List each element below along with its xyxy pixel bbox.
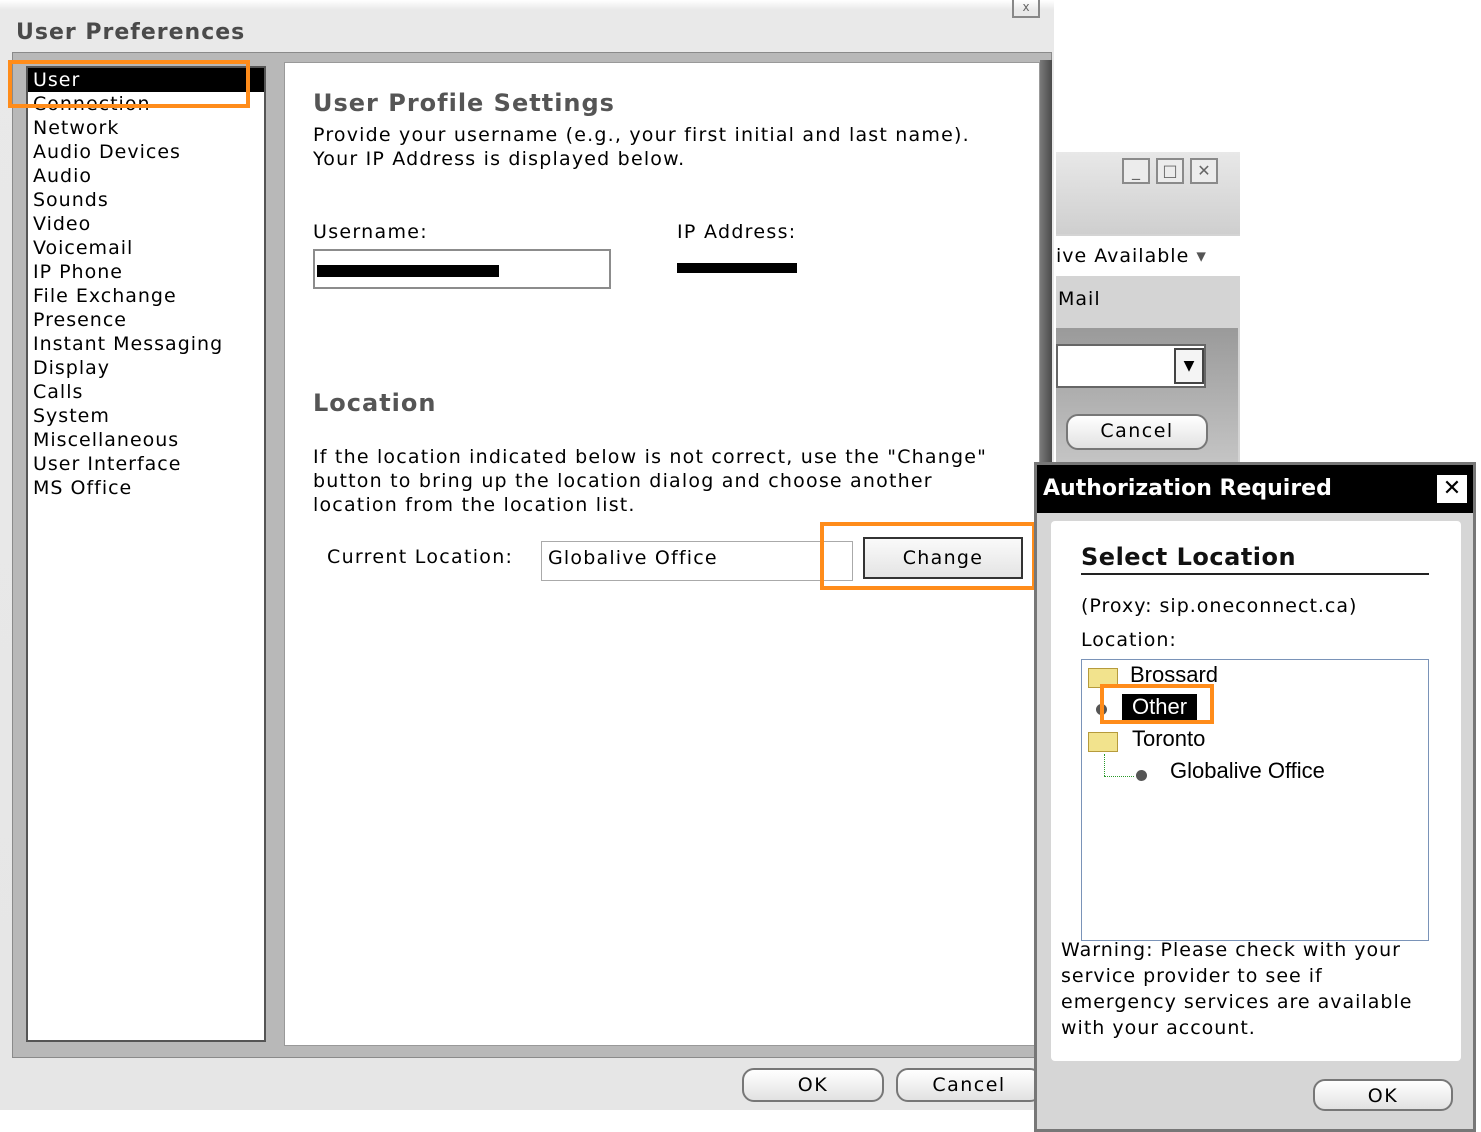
nav-item-presence[interactable]: Presence — [28, 308, 264, 332]
nav-item-audio[interactable]: Audio — [28, 164, 264, 188]
window-close-button[interactable]: x — [1012, 0, 1040, 18]
nav-item-display[interactable]: Display — [28, 356, 264, 380]
location-description: If the location indicated below is not c… — [313, 446, 988, 516]
presence-status-selector[interactable]: ive Available ▾ — [1056, 236, 1240, 276]
nav-item-audio-devices[interactable]: Audio Devices — [28, 140, 264, 164]
nav-item-instant-messaging[interactable]: Instant Messaging — [28, 332, 264, 356]
nav-item-voicemail[interactable]: Voicemail — [28, 236, 264, 260]
username-label: Username: — [313, 221, 428, 243]
nav-item-calls[interactable]: Calls — [28, 380, 264, 404]
leaf-bullet-icon — [1136, 770, 1147, 781]
user-highlight-box — [8, 60, 250, 108]
maximize-button[interactable]: □ — [1156, 158, 1184, 184]
authorization-dialog: Authorization Required ✕ Select Location… — [1034, 462, 1476, 1132]
close-button[interactable]: ✕ — [1190, 158, 1218, 184]
location-heading: Location — [313, 389, 437, 417]
nav-item-system[interactable]: System — [28, 404, 264, 428]
nav-item-file-exchange[interactable]: File Exchange — [28, 284, 264, 308]
location-label: Location: — [1081, 629, 1177, 651]
ok-button[interactable]: OK — [742, 1068, 884, 1102]
redacted-ip-address — [677, 263, 797, 273]
folder-icon — [1088, 732, 1118, 752]
username-field[interactable] — [313, 249, 611, 289]
nav-item-ms-office[interactable]: MS Office — [28, 476, 264, 500]
nav-item-miscellaneous[interactable]: Miscellaneous — [28, 428, 264, 452]
cancel-button[interactable]: Cancel — [896, 1068, 1042, 1102]
redacted-username — [317, 265, 499, 277]
ip-address-label: IP Address: — [677, 221, 797, 243]
dialog-body: Select Location (Proxy: sip.oneconnect.c… — [1051, 521, 1461, 1061]
tree-item-toronto[interactable]: Toronto — [1132, 726, 1205, 752]
nav-item-ip-phone[interactable]: IP Phone — [28, 260, 264, 284]
close-icon[interactable]: ✕ — [1437, 475, 1467, 503]
nav-item-sounds[interactable]: Sounds — [28, 188, 264, 212]
dialog-ok-button[interactable]: OK — [1313, 1079, 1453, 1111]
profile-description: Provide your username (e.g., your first … — [313, 124, 970, 170]
other-highlight-box — [1100, 684, 1214, 724]
current-location-label: Current Location: — [327, 546, 514, 568]
minimize-button[interactable]: _ — [1122, 158, 1150, 184]
nav-item-user-interface[interactable]: User Interface — [28, 452, 264, 476]
background-window: _ □ ✕ ive Available ▾ Mail ▼ Cancel — [1056, 152, 1240, 474]
proxy-text: (Proxy: sip.oneconnect.ca) — [1081, 595, 1358, 617]
nav-item-network[interactable]: Network — [28, 116, 264, 140]
tree-connector — [1104, 754, 1106, 776]
select-location-heading: Select Location — [1081, 543, 1429, 575]
mail-label: Mail — [1058, 288, 1101, 310]
profile-heading: User Profile Settings — [313, 89, 615, 117]
category-list: User Connection Network Audio Devices Audio S… — [26, 66, 266, 1042]
dialog-titlebar: Authorization Required — [1037, 465, 1473, 513]
nav-item-video[interactable]: Video — [28, 212, 264, 236]
window-title: User Preferences — [16, 20, 246, 45]
emergency-warning: Warning: Please check with your service … — [1061, 939, 1413, 1039]
chevron-down-icon: ▾ — [1196, 245, 1207, 267]
background-cancel-button[interactable]: Cancel — [1066, 414, 1208, 450]
tree-item-globalive-office[interactable]: Globalive Office — [1170, 758, 1325, 784]
presence-status-text: ive Available — [1056, 245, 1190, 267]
background-titlebar: _ □ ✕ — [1056, 152, 1240, 234]
tree-connector — [1104, 776, 1134, 778]
dropdown-arrow-icon[interactable]: ▼ — [1174, 348, 1204, 384]
change-highlight-box — [820, 522, 1036, 590]
dialog-title: Authorization Required — [1043, 476, 1332, 501]
current-location-field: Globalive Office — [541, 541, 853, 581]
